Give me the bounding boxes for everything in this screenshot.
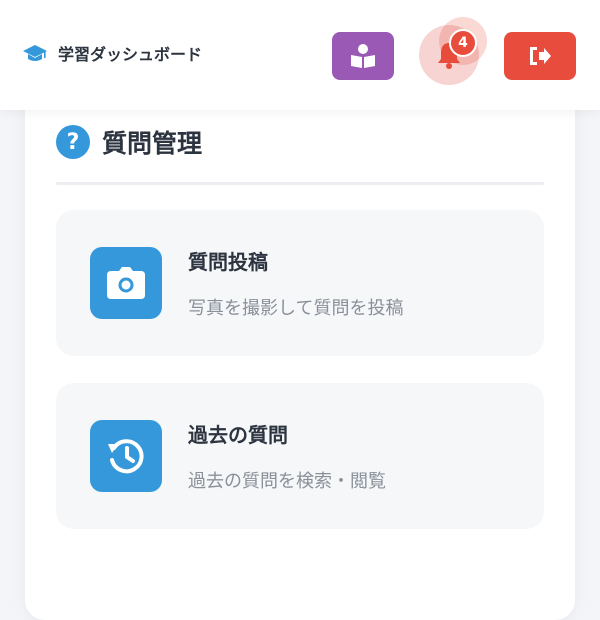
section-divider — [56, 182, 544, 185]
brand-title: 学習ダッシュボード — [58, 45, 203, 64]
section-title: 質問管理 — [102, 129, 203, 158]
notification-count-badge: 4 — [449, 29, 477, 57]
graduation-cap-icon — [23, 45, 47, 61]
past-questions-icon-tile — [90, 420, 162, 492]
post-question-description: 写真を撮影して質問を投稿 — [188, 298, 404, 319]
top-navbar: 学習ダッシュボード 4 — [0, 0, 600, 110]
past-questions-title: 過去の質問 — [188, 423, 288, 447]
post-question-icon-tile — [90, 247, 162, 319]
past-questions-description: 過去の質問を検索・閲覧 — [188, 471, 386, 492]
brand[interactable]: 学習ダッシュボード — [22, 40, 202, 66]
post-question-title: 質問投稿 — [188, 250, 268, 274]
question-circle-icon: ? — [56, 125, 90, 159]
history-icon — [108, 439, 144, 474]
logout-button[interactable] — [504, 32, 576, 80]
sign-out-icon — [530, 47, 551, 65]
book-reader-icon — [351, 44, 375, 68]
post-question-card[interactable]: 質問投稿 写真を撮影して質問を投稿 — [56, 210, 544, 356]
camera-icon — [107, 267, 145, 299]
past-questions-card[interactable]: 過去の質問 過去の質問を検索・閲覧 — [56, 383, 544, 529]
section-header: ? 質問管理 — [56, 124, 202, 160]
reading-button[interactable] — [332, 32, 394, 80]
